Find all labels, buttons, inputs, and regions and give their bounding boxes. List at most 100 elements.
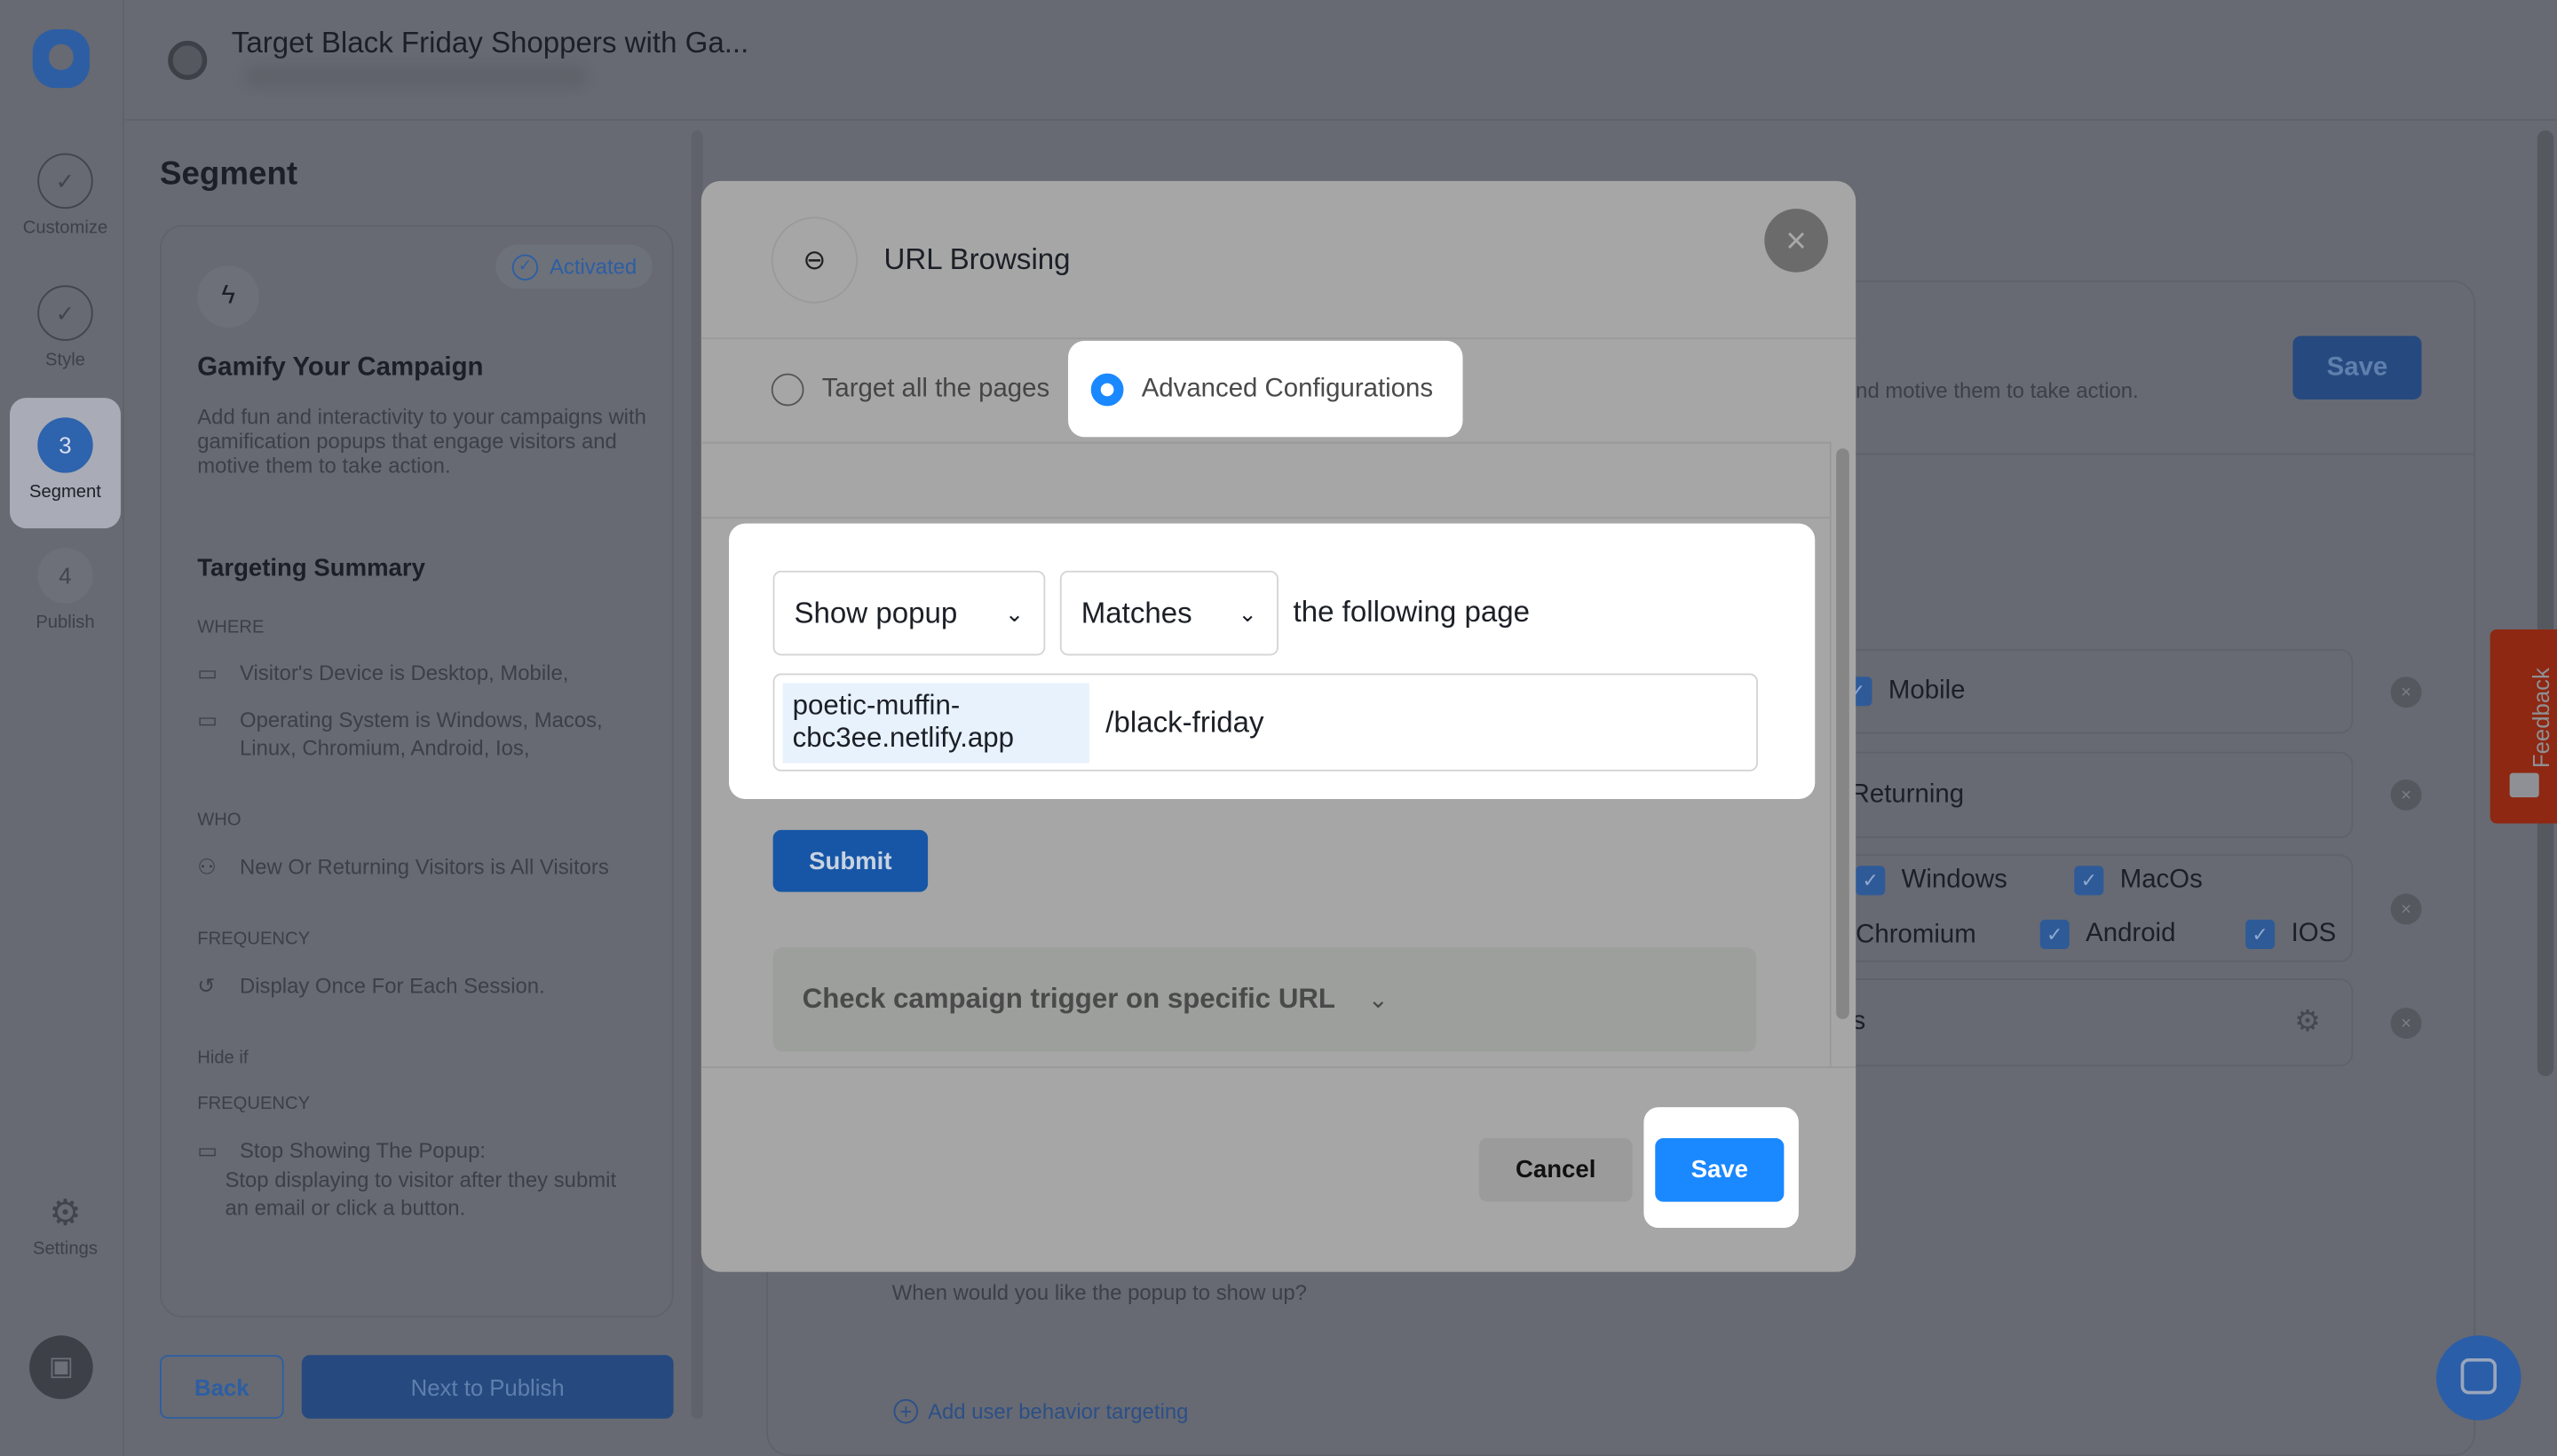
cancel-button[interactable]: Cancel — [1478, 1138, 1633, 1202]
add-behavior-link[interactable]: + Add user behavior targeting — [893, 1398, 1189, 1424]
os-macos[interactable]: ✓ MacOs — [2074, 866, 2203, 896]
check-icon: ✓ — [37, 285, 93, 341]
step-segment[interactable]: 3 Segment — [10, 398, 121, 529]
check-trigger-accordion[interactable]: Check campaign trigger on specific URL ⌄ — [772, 947, 1757, 1052]
app-logo[interactable] — [32, 29, 91, 89]
divider — [701, 441, 1830, 444]
modal-scrollbar[interactable] — [1836, 448, 1849, 1019]
step-customize[interactable]: ✓ Customize — [10, 134, 121, 265]
history-icon: ↺ — [197, 973, 216, 999]
who-label: WHO — [197, 810, 241, 830]
url-domain-prefix: poetic-muffin-cbc3ee.netlify.app — [782, 683, 1089, 764]
chevron-down-icon: ⌄ — [1238, 598, 1258, 626]
back-button[interactable]: Back — [159, 1355, 284, 1419]
radio-label: Target all the pages — [821, 375, 1050, 403]
action-select[interactable]: Show popup ⌄ — [772, 570, 1046, 656]
checkbox-checked-icon[interactable]: ✓ — [1856, 866, 1886, 896]
link-icon: ⊖ — [771, 217, 859, 304]
submit-button[interactable]: Submit — [772, 829, 929, 892]
settings-button[interactable]: ⚙ Settings — [10, 1171, 121, 1269]
link-text: Add user behavior targeting — [928, 1398, 1189, 1424]
os-icon: ▭ — [197, 708, 218, 732]
remove-icon[interactable]: × — [2390, 1008, 2422, 1039]
returning-label: Returning — [1850, 780, 1965, 810]
remove-icon[interactable]: × — [2390, 893, 2422, 925]
radio-label: Advanced Configurations — [1141, 374, 1434, 402]
users-icon: ⚇ — [197, 854, 217, 879]
gear-icon[interactable]: ⚙ — [2294, 1004, 2321, 1039]
close-button[interactable]: × — [1764, 209, 1828, 273]
os-windows[interactable]: ✓ Windows — [1856, 866, 2007, 896]
frequency-row — [1834, 978, 2354, 1067]
chat-launcher[interactable] — [2436, 1335, 2521, 1420]
monitor-icon: ▭ — [197, 1138, 218, 1163]
step-style[interactable]: ✓ Style — [10, 265, 121, 396]
remove-icon[interactable]: × — [2390, 779, 2422, 811]
gear-icon: ⚙ — [49, 1191, 82, 1233]
page-scrollbar[interactable] — [2537, 130, 2554, 1077]
option-label: MacOs — [2119, 866, 2203, 894]
checkbox-checked-icon[interactable]: ✓ — [2039, 919, 2070, 949]
url-browsing-modal: ⊖ URL Browsing × Target all the pages Ad… — [701, 180, 1856, 1272]
divider — [701, 1066, 1856, 1069]
step-label: Segment — [29, 482, 101, 502]
divider — [701, 337, 1856, 340]
frequency-label-2: FREQUENCY — [197, 1094, 311, 1114]
background-save-button[interactable]: Save — [2292, 336, 2422, 400]
card-description: Add fun and interactivity to your campai… — [197, 404, 646, 479]
divider — [1829, 441, 1832, 1067]
os-android[interactable]: ✓ Android — [2039, 919, 2176, 949]
step-label: Customize — [22, 218, 108, 239]
mobile-option[interactable]: ✓ Mobile — [1842, 677, 1965, 707]
stop-description: Stop displaying to visitor after they su… — [225, 1167, 617, 1220]
accordion-title: Check campaign trigger on specific URL — [802, 983, 1335, 1015]
smiley-chat-icon — [2509, 772, 2539, 798]
match-select[interactable]: Matches ⌄ — [1059, 570, 1278, 656]
option-label: Windows — [1901, 866, 2007, 894]
step-number: 4 — [37, 548, 93, 604]
hide-if-label: Hide if — [197, 1048, 249, 1069]
card-title: Gamify Your Campaign — [197, 353, 484, 382]
option-label: Android — [2086, 920, 2176, 948]
os-summary: Operating System is Windows, Macos, Linu… — [239, 708, 603, 760]
os-ios[interactable]: ✓ IOS — [2245, 919, 2336, 949]
feedback-tab[interactable]: Feedback — [2490, 629, 2557, 824]
remove-icon[interactable]: × — [2390, 677, 2422, 708]
check-icon: ✓ — [37, 153, 93, 210]
step-number: 3 — [37, 417, 93, 473]
who-summary: New Or Returning Visitors is All Visitor… — [239, 854, 609, 879]
summary-title: Targeting Summary — [197, 554, 425, 582]
modal-title: URL Browsing — [883, 242, 1071, 276]
step-publish[interactable]: 4 Publish — [10, 528, 121, 659]
checkbox-checked-icon[interactable]: ✓ — [2245, 919, 2276, 949]
save-button[interactable]: Save — [1655, 1138, 1785, 1202]
radio-checked-icon[interactable] — [1090, 372, 1124, 406]
when-question: When would you like the popup to show up… — [891, 1279, 1307, 1305]
where-label: WHERE — [197, 618, 265, 638]
radio-target-all[interactable]: Target all the pages — [771, 373, 1050, 407]
frequency-label: FREQUENCY — [197, 929, 311, 949]
url-input[interactable]: poetic-muffin-cbc3ee.netlify.app /black-… — [772, 673, 1758, 772]
badge-text: Activated — [549, 254, 637, 280]
briefcase-icon[interactable]: ▣ — [29, 1335, 93, 1399]
stop-title: Stop Showing The Popup: — [239, 1138, 487, 1163]
step-nav: ✓ Customize ✓ Style 3 Segment 4 Publish ⚙ Set… — [0, 0, 124, 1456]
url-rule-card: Show popup ⌄ Matches ⌄ the following page … — [729, 523, 1816, 799]
chevron-down-icon: ⌄ — [1004, 598, 1025, 626]
plus-circle-icon: + — [893, 1398, 919, 1424]
frequency-summary: Display Once For Each Session. — [239, 973, 545, 999]
checkbox-checked-icon[interactable]: ✓ — [2074, 866, 2104, 896]
lightning-icon: ϟ — [197, 265, 260, 328]
device-summary: Visitor's Device is Desktop, Mobile, — [239, 660, 569, 685]
globe-icon — [168, 40, 208, 80]
radio-advanced[interactable]: Advanced Configurations — [1068, 340, 1463, 438]
os-chromium[interactable]: Chromium — [1856, 922, 1976, 951]
chat-icon — [2460, 1357, 2497, 1395]
settings-label: Settings — [32, 1238, 98, 1259]
device-icon: ▭ — [197, 660, 218, 685]
campaign-title: Target Black Friday Shoppers with Ga... — [231, 26, 749, 59]
next-to-publish-button[interactable]: Next to Publish — [301, 1355, 674, 1419]
radio-unchecked-icon[interactable] — [771, 373, 804, 407]
url-path-value[interactable]: /black-friday — [1105, 706, 1263, 740]
page-title: Segment — [159, 156, 298, 193]
